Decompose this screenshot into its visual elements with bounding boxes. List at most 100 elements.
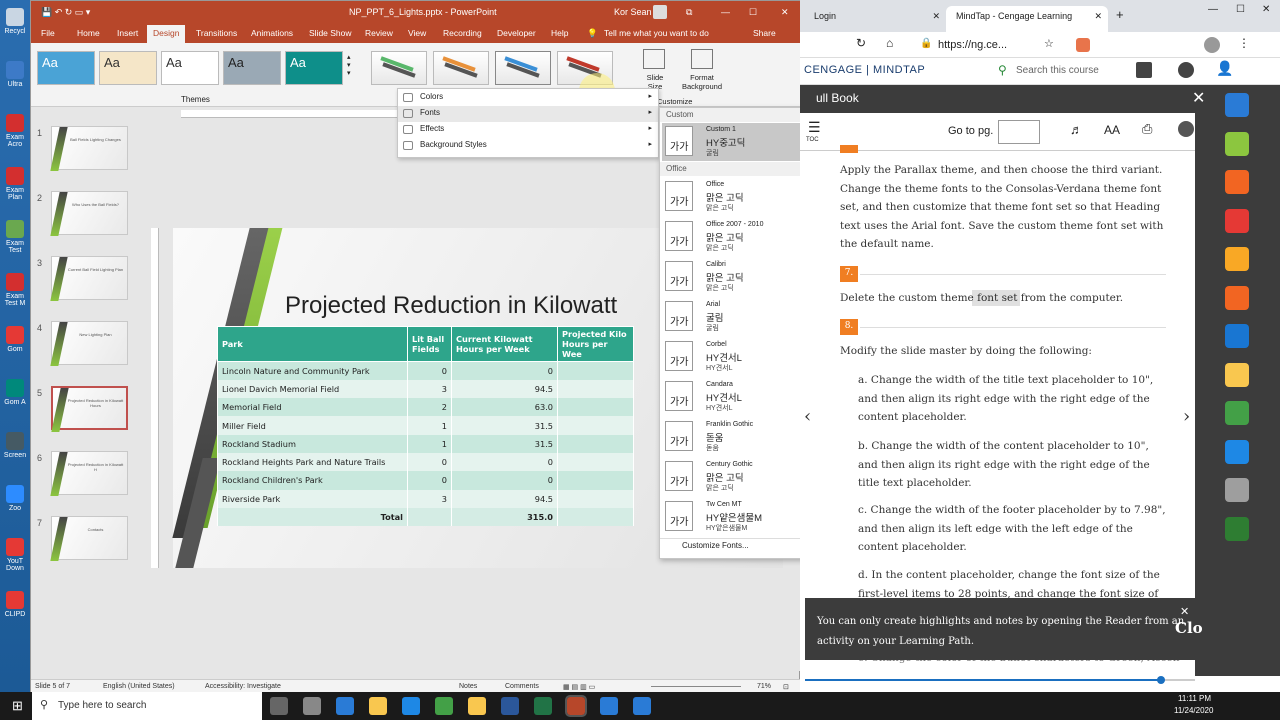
variant-thumbnail[interactable] <box>371 51 427 85</box>
tell-me-search[interactable]: Tell me what you want to do <box>604 28 709 38</box>
slide-size-icon[interactable] <box>643 49 665 69</box>
toc-icon[interactable]: ☰ <box>808 119 821 136</box>
zoom-level[interactable]: 71% <box>757 683 771 690</box>
browser-tab-login[interactable]: Login ✕ <box>804 6 946 32</box>
profile-avatar[interactable] <box>1204 37 1220 53</box>
task-view-icon[interactable] <box>270 697 288 715</box>
slide-thumbnail[interactable]: Current Ball Field Lighting Plan <box>50 256 128 301</box>
kakao-icon[interactable] <box>468 697 486 715</box>
gradebook-icon[interactable] <box>1136 62 1152 78</box>
font-set-item[interactable]: 가가 Office 맑은 고딕 맑은 고딕 <box>662 178 806 216</box>
theme-thumbnail[interactable]: Aa <box>37 51 95 85</box>
tab-animations[interactable]: Animations <box>251 28 293 38</box>
desktop-shortcut[interactable]: Exam Plan <box>2 167 28 201</box>
desktop-shortcut[interactable]: Zoo <box>2 485 28 512</box>
close-icon[interactable]: ✕ <box>781 7 789 18</box>
view-buttons-icon[interactable]: ▦ ▤ ▥ ▭ <box>563 683 595 691</box>
zoom-slider[interactable] <box>651 686 741 687</box>
desktop-shortcut[interactable]: Exam Acro <box>2 114 28 148</box>
desktop-shortcut[interactable]: Gom <box>2 326 28 353</box>
theme-thumbnail[interactable]: Aa <box>99 51 157 85</box>
theme-thumbnail[interactable]: Aa <box>223 51 281 85</box>
note-icon[interactable] <box>1225 362 1249 387</box>
book-icon[interactable] <box>1225 324 1249 348</box>
powerpoint-icon[interactable] <box>565 695 587 717</box>
slide-thumbnail[interactable]: Ball Fields Lighting Changes <box>50 126 128 171</box>
home-icon[interactable]: ⌂ <box>886 36 893 50</box>
font-set-item[interactable]: 가가 Candara HY견서L HY견서L <box>662 378 806 416</box>
extension-icon[interactable] <box>1076 38 1090 52</box>
desktop-shortcut[interactable]: Exam Test M <box>2 273 28 307</box>
tab-review[interactable]: Review <box>365 28 393 38</box>
accessibility-status[interactable]: Accessibility: Investigate <box>205 683 281 690</box>
phone-icon[interactable] <box>303 697 321 715</box>
tab-design[interactable]: Design <box>147 25 186 43</box>
browser-tab-mindtap[interactable]: MindTap - Cengage Learning ✕ <box>946 6 1108 32</box>
font-set-item[interactable]: 가가 Custom 1 HY중고딕 굴림 <box>662 123 806 161</box>
goto-page-input[interactable] <box>998 120 1040 144</box>
reading-progress[interactable] <box>805 676 1200 684</box>
font-set-item[interactable]: 가가 Office 2007 - 2010 맑은 고딕 맑은 고딕 <box>662 218 806 256</box>
chrome-icon[interactable] <box>435 697 453 715</box>
user-icon[interactable]: 👤 <box>1216 60 1233 77</box>
notes-button[interactable]: Notes <box>459 683 477 690</box>
text-size-button[interactable]: AA <box>1104 123 1120 137</box>
slide-thumbnail[interactable]: New Lighting Plan <box>50 321 128 366</box>
font-set-item[interactable]: 가가 Franklin Gothic 돋움 돋움 <box>662 418 806 456</box>
slide-thumbnail[interactable]: Projected Reduction in Kilowatt H <box>50 451 128 496</box>
desktop-shortcut[interactable]: Gom A <box>2 379 28 406</box>
menu-item-effects[interactable]: Effects ▸ <box>398 122 658 138</box>
tab-view[interactable]: View <box>408 28 426 38</box>
minimize-icon[interactable]: — <box>721 7 730 17</box>
search-icon[interactable]: ⚲ <box>998 63 1007 77</box>
url-field[interactable]: https://ng.ce... <box>938 39 1007 51</box>
comments-button[interactable]: Comments <box>505 683 539 690</box>
avatar[interactable] <box>653 5 667 19</box>
help-icon[interactable] <box>1178 62 1194 78</box>
variant-thumbnail[interactable] <box>433 51 489 85</box>
slide-thumbnail[interactable]: Contacts <box>50 516 128 561</box>
desktop-shortcut[interactable]: Ultra <box>2 61 28 88</box>
recorder-icon[interactable] <box>633 697 651 715</box>
slide-thumbnail[interactable]: Who Uses the Ball Fields? <box>50 191 128 236</box>
font-set-item[interactable]: 가가 Tw Cen MT HY얕은샘물M HY얕은샘물M <box>662 498 806 536</box>
help-icon[interactable] <box>1178 121 1194 137</box>
minimize-icon[interactable]: — <box>1208 4 1218 15</box>
windows-start-icon[interactable]: ⊞ <box>12 698 23 714</box>
toast-close-label[interactable]: Clo <box>1175 618 1203 638</box>
close-tab-icon[interactable]: ✕ <box>932 11 940 22</box>
signal-icon[interactable] <box>1225 401 1249 425</box>
rss-icon[interactable] <box>1225 170 1249 194</box>
desktop-shortcut[interactable]: Screen <box>2 432 28 459</box>
data-table[interactable]: Park Lit Ball Fields Current Kilowatt Ho… <box>217 326 634 527</box>
at-icon[interactable] <box>1225 285 1249 310</box>
maximize-icon[interactable]: ☐ <box>749 7 757 18</box>
font-set-item[interactable]: 가가 Corbel HY견서L HY견서L <box>662 338 806 376</box>
customize-fonts-link[interactable]: Customize Fonts... <box>682 541 749 550</box>
sam-icon[interactable] <box>1225 208 1249 233</box>
document-icon[interactable] <box>1225 478 1249 502</box>
format-background-icon[interactable] <box>691 49 713 69</box>
tab-transitions[interactable]: Transitions <box>196 28 237 38</box>
close-tab-icon[interactable]: ✕ <box>1094 11 1102 22</box>
new-tab-icon[interactable]: + <box>1116 7 1124 22</box>
tab-file[interactable]: File <box>41 28 55 38</box>
format-background-button[interactable]: Format Background <box>675 73 729 91</box>
desktop-shortcut[interactable]: Recycl <box>2 8 28 35</box>
desktop-shortcut[interactable]: CLIPD <box>2 591 28 618</box>
font-set-item[interactable]: 가가 Century Gothic 맑은 고딕 맑은 고딕 <box>662 458 806 496</box>
zoom-icon[interactable] <box>600 697 618 715</box>
desktop-shortcut[interactable]: YouT Down <box>2 538 28 572</box>
desktop-shortcut[interactable]: Exam Test <box>2 220 28 254</box>
maximize-icon[interactable]: ☐ <box>1236 4 1245 15</box>
font-set-item[interactable]: 가가 Calibri 맑은 고딕 맑은 고딕 <box>662 258 806 296</box>
ribbon-display-icon[interactable]: ⧉ <box>686 7 692 18</box>
fit-slide-icon[interactable]: ⊡ <box>783 683 789 691</box>
close-icon[interactable]: ✕ <box>1262 4 1270 15</box>
theme-thumbnail[interactable]: Aa <box>161 51 219 85</box>
edge-icon[interactable] <box>402 697 420 715</box>
a-z-icon[interactable] <box>1225 247 1249 271</box>
excel-icon[interactable] <box>534 697 552 715</box>
bookmark-star-icon[interactable]: ☆ <box>1044 37 1054 50</box>
language-status[interactable]: English (United States) <box>103 683 175 690</box>
